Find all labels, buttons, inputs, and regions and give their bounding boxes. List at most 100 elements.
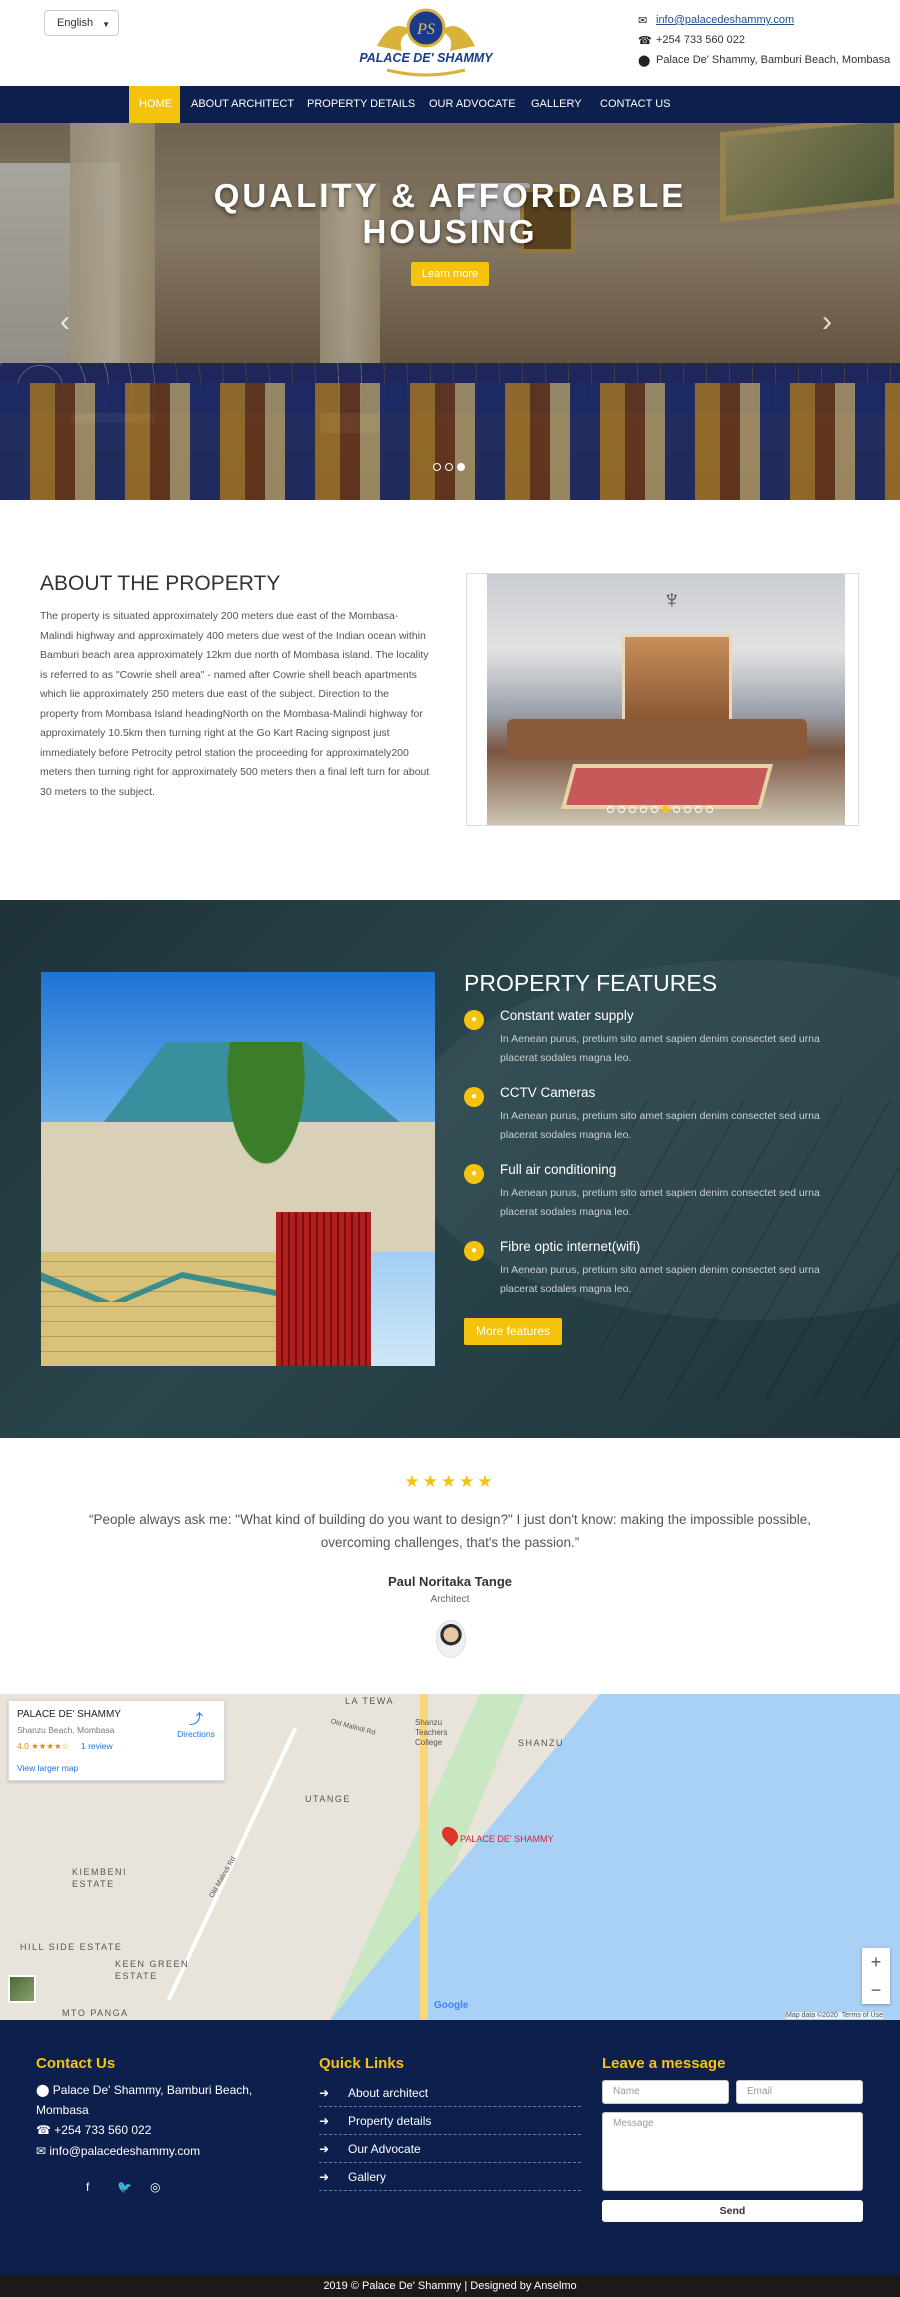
footer-contact-title: Contact Us xyxy=(36,2055,116,2072)
main-navigation: HOME ABOUT ARCHITECT PROPERTY DETAILS OU… xyxy=(0,86,900,123)
envelope-icon: ✉ xyxy=(638,14,648,27)
directions-button[interactable]: ⤴ Directions xyxy=(171,1709,221,1739)
nav-our-advocate[interactable]: OUR ADVOCATE xyxy=(419,86,526,123)
footer-address: ⬤ Palace De' Shammy, Bamburi Beach, Momb… xyxy=(36,2080,266,2120)
slide-indicator[interactable] xyxy=(445,463,453,471)
facebook-icon[interactable]: f xyxy=(86,2180,89,2194)
directions-icon: ⤴ xyxy=(189,1711,203,1727)
slide-indicator[interactable] xyxy=(706,806,713,813)
phone-icon: ☎ xyxy=(638,34,652,47)
slide-indicator[interactable] xyxy=(640,806,647,813)
arrow-right-icon: ➜ xyxy=(319,2114,330,2128)
feature-text: In Aenean purus, pretium sito amet sapie… xyxy=(500,1187,820,1218)
feature-title: CCTV Cameras xyxy=(500,1085,596,1100)
slide-indicator[interactable] xyxy=(695,806,702,813)
envelope-icon: ✉ xyxy=(36,2144,50,2158)
quick-link-about-architect[interactable]: ➜ About architect xyxy=(319,2079,581,2107)
map-road-label: Old Malindi Rd xyxy=(329,1718,377,1737)
photo-wall xyxy=(41,1252,276,1366)
more-features-button[interactable]: More features xyxy=(464,1318,562,1345)
header-phone: +254 733 560 022 xyxy=(656,34,746,46)
map-attribution: Map data ©2020 Terms of Use xyxy=(786,2012,883,2019)
learn-more-button[interactable]: Learn more xyxy=(411,262,489,286)
zoom-in-button[interactable]: + xyxy=(862,1948,890,1976)
arrow-right-icon: ➜ xyxy=(319,2170,330,2184)
footer-address-text: Palace De' Shammy, Bamburi Beach, Mombas… xyxy=(36,2083,253,2117)
slide-indicator-active[interactable] xyxy=(662,806,669,813)
about-text: The property is situated approximately 2… xyxy=(40,610,430,798)
feature-item: ● Full air conditioning In Aenean purus,… xyxy=(464,1162,864,1232)
feature-item: ● Fibre optic internet(wifi) In Aenean p… xyxy=(464,1239,864,1309)
photo-palm xyxy=(206,1042,326,1212)
feature-text: In Aenean purus, pretium sito amet sapie… xyxy=(500,1264,820,1295)
quick-link-label: Gallery xyxy=(348,2170,387,2184)
view-larger-map-link[interactable]: View larger map xyxy=(17,1763,78,1773)
place-reviews-link[interactable]: 1 review xyxy=(81,1741,113,1751)
nav-contact-us[interactable]: CONTACT US xyxy=(590,86,681,123)
language-select[interactable]: English ▼ xyxy=(44,10,119,36)
map-marker-icon: ⬤ xyxy=(36,2083,53,2097)
map-data-text: Map data ©2020 xyxy=(786,2012,838,2019)
email-input[interactable]: Email xyxy=(736,2080,863,2104)
quick-link-gallery[interactable]: ➜ Gallery xyxy=(319,2163,581,2191)
map-label: MTO PANGA xyxy=(62,2008,129,2018)
footer-phone: ☎ +254 733 560 022 xyxy=(36,2120,151,2140)
google-logo: Google xyxy=(434,2000,469,2011)
nav-property-details[interactable]: PROPERTY DETAILS xyxy=(297,86,425,123)
header-email-link[interactable]: info@palacedeshammy.com xyxy=(656,14,794,26)
slide-indicator[interactable] xyxy=(651,806,658,813)
chandelier-icon: ♆ xyxy=(662,584,682,614)
nav-about-architect[interactable]: ABOUT ARCHITECT xyxy=(181,86,304,123)
arrow-right-icon: ➜ xyxy=(319,2086,330,2100)
about-slide-indicators xyxy=(607,806,713,813)
map-label: UTANGE xyxy=(305,1794,351,1804)
map-zoom-controls: + − xyxy=(862,1948,890,2004)
message-textarea[interactable]: Message xyxy=(602,2112,863,2191)
testimonial-author: Paul Noritaka Tange xyxy=(387,1574,512,1589)
slide-indicator[interactable] xyxy=(629,806,636,813)
room-rug xyxy=(560,764,774,809)
quick-link-our-advocate[interactable]: ➜ Our Advocate xyxy=(319,2135,581,2163)
feature-text: In Aenean purus, pretium sito amet sapie… xyxy=(500,1110,820,1141)
slide-indicator[interactable] xyxy=(618,806,625,813)
quick-link-label: Our Advocate xyxy=(348,2142,421,2156)
slide-indicator[interactable] xyxy=(684,806,691,813)
feature-title: Full air conditioning xyxy=(500,1162,617,1177)
slide-indicator[interactable] xyxy=(607,806,614,813)
send-button[interactable]: Send xyxy=(602,2200,863,2222)
chevron-right-icon[interactable]: › xyxy=(822,305,832,339)
nav-home[interactable]: HOME xyxy=(129,86,180,123)
directions-label: Directions xyxy=(177,1729,215,1739)
zoom-out-button[interactable]: − xyxy=(862,1976,890,2004)
nav-gallery[interactable]: GALLERY xyxy=(521,86,592,123)
instagram-icon[interactable]: ◎ xyxy=(150,2180,160,2194)
rating-stars-icon: ★★★★★ xyxy=(404,1472,496,1491)
about-image-slider: ♆ xyxy=(466,573,859,826)
quick-link-property-details[interactable]: ➜ Property details xyxy=(319,2107,581,2135)
satellite-toggle[interactable] xyxy=(8,1975,36,2003)
about-title: ABOUT THE PROPERTY xyxy=(40,572,281,595)
feature-bullet-icon: ● xyxy=(464,1087,484,1107)
logo-monogram: PS xyxy=(416,21,435,38)
site-logo[interactable]: PS PALACE DE' SHAMMY xyxy=(357,6,495,82)
house-exterior-photo xyxy=(41,972,435,1366)
quick-link-label: About architect xyxy=(348,2086,429,2100)
logo-brand: PALACE DE' SHAMMY xyxy=(359,51,494,65)
feature-item: ● CCTV Cameras In Aenean purus, pretium … xyxy=(464,1085,864,1155)
header-contacts: ✉ info@palacedeshammy.com ☎ +254 733 560 0… xyxy=(638,10,898,70)
map-place-card: PALACE DE' SHAMMY Shanzu Beach, Mombasa … xyxy=(8,1700,225,1781)
feature-title: Constant water supply xyxy=(500,1008,634,1023)
terms-link[interactable]: Terms of Use xyxy=(842,2012,883,2019)
name-input[interactable]: Name xyxy=(602,2080,729,2104)
footer-email-text[interactable]: info@palacedeshammy.com xyxy=(49,2144,200,2158)
map-road-label: Old Malindi Rd xyxy=(208,1855,238,1900)
chevron-left-icon[interactable]: ‹ xyxy=(60,305,70,339)
place-rating: 4.0 ★★★★☆ xyxy=(17,1741,70,1751)
map-label: LA TEWA xyxy=(345,1696,395,1706)
slide-indicator[interactable] xyxy=(673,806,680,813)
slide-indicator[interactable] xyxy=(433,463,441,471)
slide-indicator-active[interactable] xyxy=(457,463,465,471)
header-address: Palace De' Shammy, Bamburi Beach, Mombas… xyxy=(656,54,891,66)
hero-slide-indicators xyxy=(433,463,465,471)
twitter-icon[interactable]: 🐦 xyxy=(117,2180,132,2194)
